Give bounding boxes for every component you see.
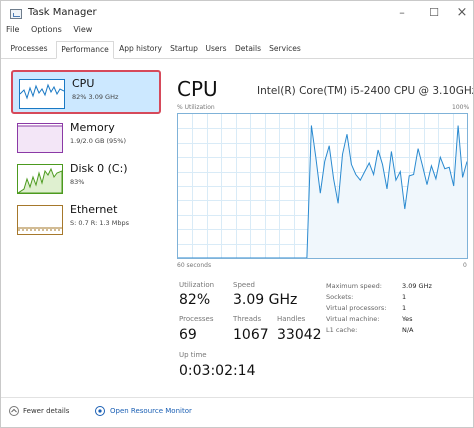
task-manager-window: Task Manager – ☐ × File Options View Pro… bbox=[0, 0, 474, 428]
graph-time-label: 60 seconds bbox=[177, 262, 212, 269]
open-resource-monitor-link[interactable]: Open Resource Monitor bbox=[110, 407, 192, 415]
ethernet-thumbnail-graph bbox=[17, 205, 63, 235]
window-title: Task Manager bbox=[28, 7, 97, 18]
sidebar-item-ethernet[interactable]: Ethernet S: 0.7 R: 1.3 Mbps bbox=[11, 198, 161, 242]
sidebar-item-title: Ethernet bbox=[70, 203, 118, 216]
sidebar-item-subtitle: 83% bbox=[70, 178, 85, 186]
tab-performance[interactable]: Performance bbox=[56, 41, 114, 59]
title-bar[interactable]: Task Manager – ☐ × bbox=[1, 1, 473, 27]
speed-value: 3.09 GHz bbox=[233, 292, 298, 308]
task-manager-icon bbox=[10, 9, 22, 19]
detail-key: Sockets: bbox=[326, 293, 354, 301]
detail-value: Yes bbox=[402, 315, 413, 323]
handles-label: Handles bbox=[277, 315, 306, 323]
utilization-value: 82% bbox=[179, 292, 211, 308]
detail-key: Virtual machine: bbox=[326, 315, 380, 323]
sidebar-item-title: Disk 0 (C:) bbox=[70, 162, 128, 175]
sidebar-item-title: Memory bbox=[70, 121, 115, 134]
processes-label: Processes bbox=[179, 315, 214, 323]
tab-details[interactable]: Details bbox=[232, 41, 264, 57]
speed-label: Speed bbox=[233, 281, 255, 289]
sidebar-item-cpu[interactable]: CPU 82% 3.09 GHz bbox=[11, 70, 161, 114]
sidebar-item-title: CPU bbox=[72, 77, 95, 90]
disk-thumbnail-graph bbox=[17, 164, 63, 194]
cpu-utilization-graph bbox=[177, 113, 468, 259]
memory-thumbnail-graph bbox=[17, 123, 63, 153]
sidebar-item-subtitle: S: 0.7 R: 1.3 Mbps bbox=[70, 219, 130, 227]
threads-value: 1067 bbox=[233, 327, 269, 343]
menu-options[interactable]: Options bbox=[31, 25, 62, 34]
cpu-thumbnail-graph bbox=[19, 79, 65, 109]
uptime-value: 0:03:02:14 bbox=[179, 363, 256, 379]
menu-file[interactable]: File bbox=[6, 25, 19, 34]
fewer-details-link[interactable]: Fewer details bbox=[23, 407, 69, 415]
footer-bar bbox=[1, 397, 473, 427]
uptime-label: Up time bbox=[179, 351, 207, 359]
minimize-button[interactable]: – bbox=[387, 3, 417, 23]
chevron-up-icon[interactable] bbox=[9, 406, 19, 416]
detail-value: 1 bbox=[402, 293, 407, 301]
maximize-button[interactable]: ☐ bbox=[419, 3, 449, 23]
menu-bar: File Options View bbox=[6, 25, 101, 34]
tab-startup[interactable]: Startup bbox=[168, 41, 200, 57]
sidebar-item-subtitle: 1.9/2.0 GB (95%) bbox=[70, 137, 127, 145]
tab-services[interactable]: Services bbox=[266, 41, 304, 57]
detail-key: L1 cache: bbox=[326, 326, 358, 334]
graph-min-label: 0 bbox=[463, 262, 467, 269]
threads-label: Threads bbox=[233, 315, 262, 323]
cpu-graph-canvas bbox=[178, 114, 467, 258]
tab-strip: Processes Performance App history Startu… bbox=[1, 41, 473, 59]
graph-utilization-label: % Utilization bbox=[177, 104, 215, 111]
handles-value: 33042 bbox=[277, 327, 322, 343]
utilization-label: Utilization bbox=[179, 281, 215, 289]
menu-view[interactable]: View bbox=[73, 25, 92, 34]
resource-monitor-icon[interactable] bbox=[95, 406, 105, 416]
tab-app-history[interactable]: App history bbox=[115, 41, 166, 57]
detail-value: 3.09 GHz bbox=[402, 282, 432, 290]
sidebar-item-disk[interactable]: Disk 0 (C:) 83% bbox=[11, 157, 161, 201]
tab-processes[interactable]: Processes bbox=[3, 41, 55, 57]
cpu-model-name: Intel(R) Core(TM) i5-2400 CPU @ 3.10GHz bbox=[257, 85, 474, 97]
detail-value: 1 bbox=[402, 304, 407, 312]
sidebar-item-subtitle: 82% 3.09 GHz bbox=[72, 93, 119, 101]
processes-value: 69 bbox=[179, 327, 197, 343]
detail-key: Virtual processors: bbox=[326, 304, 387, 312]
page-title: CPU bbox=[177, 77, 218, 101]
detail-key: Maximum speed: bbox=[326, 282, 382, 290]
sidebar-item-memory[interactable]: Memory 1.9/2.0 GB (95%) bbox=[11, 116, 161, 160]
close-button[interactable]: × bbox=[447, 3, 473, 23]
tab-users[interactable]: Users bbox=[202, 41, 230, 57]
graph-max-label: 100% bbox=[452, 104, 470, 111]
detail-value: N/A bbox=[402, 326, 414, 334]
